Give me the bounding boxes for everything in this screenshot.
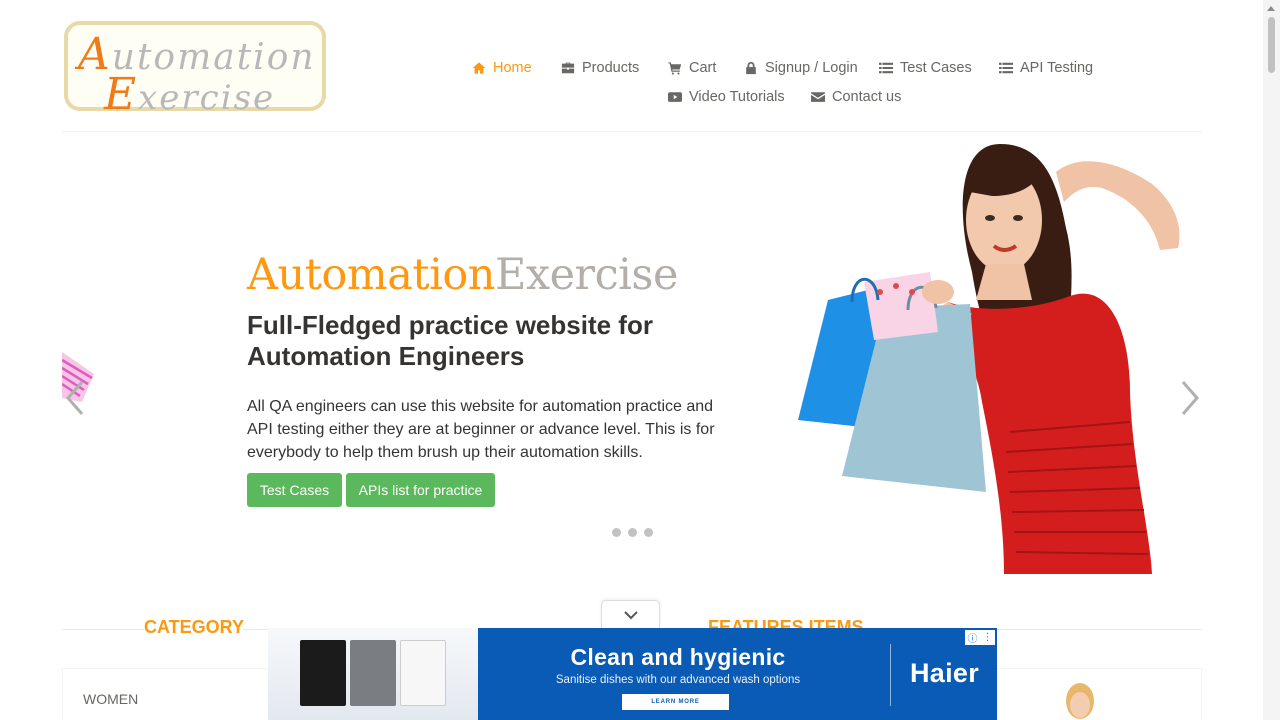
slide-indicators xyxy=(612,528,653,537)
slide-brand-b: Exercise xyxy=(494,250,679,300)
nav-signup-login[interactable]: Signup / Login xyxy=(744,60,858,76)
ad-brand-logo: Haier xyxy=(910,658,980,688)
nav-products[interactable]: Products xyxy=(561,60,639,76)
nav-api-testing-label: API Testing xyxy=(1020,60,1094,76)
more-options-icon[interactable]: ⋮ xyxy=(983,632,993,643)
ad-dishwasher xyxy=(300,640,346,706)
slide-title: Full-Fledged practice website for Automa… xyxy=(247,310,653,371)
category-heading: CATEGORY xyxy=(144,617,245,637)
product-image xyxy=(1066,683,1094,719)
scroll-thumb[interactable] xyxy=(1268,17,1275,73)
briefcase-icon xyxy=(561,62,575,74)
page: Automation Exercise Home Products Cart S… xyxy=(0,0,1280,720)
nav-home-label: Home xyxy=(493,60,532,76)
slide-brand-heading: AutomationExercise xyxy=(247,250,678,300)
cart-icon xyxy=(668,62,682,75)
page-scrollbar[interactable] xyxy=(1263,0,1280,720)
ad-dishwasher-image xyxy=(268,628,478,720)
ad-learn-more-button[interactable]: LEARN MORE xyxy=(622,694,729,710)
test-cases-button[interactable]: Test Cases xyxy=(247,473,342,507)
ad-choices[interactable]: ⓘ ⋮ xyxy=(965,630,995,645)
slide-brand-a: Automation xyxy=(247,250,495,300)
scroll-up-icon[interactable] xyxy=(1267,6,1275,11)
chevron-left-icon xyxy=(66,381,84,415)
prev-slide-button[interactable] xyxy=(62,378,86,418)
ad-dishwasher xyxy=(400,640,446,706)
logo-cap-e: E xyxy=(104,69,139,120)
hero-woman-shopping-image xyxy=(798,144,1180,574)
envelope-icon xyxy=(811,92,825,102)
nav-home[interactable]: Home xyxy=(472,60,532,76)
nav-video-tutorials[interactable]: Video Tutorials xyxy=(668,89,785,105)
nav-products-label: Products xyxy=(582,60,640,76)
nav-video-tutorials-label: Video Tutorials xyxy=(689,89,785,105)
nav-test-cases-label: Test Cases xyxy=(900,60,972,76)
category-women[interactable]: WOMEN xyxy=(83,691,138,707)
logo-rest-2: xercise xyxy=(138,78,276,118)
product-card xyxy=(996,668,1202,720)
nav-cart-label: Cart xyxy=(689,60,717,76)
nav-signup-login-label: Signup / Login xyxy=(765,60,858,76)
info-icon[interactable]: ⓘ xyxy=(968,630,978,645)
nav-contact-us[interactable]: Contact us xyxy=(811,89,901,105)
ad-subtext: Sanitise dishes with our advanced wash o… xyxy=(555,674,801,686)
ad-banner[interactable]: Clean and hygienic Sanitise dishes with … xyxy=(268,628,997,720)
nav-test-cases[interactable]: Test Cases xyxy=(879,60,972,76)
list-icon xyxy=(999,62,1013,74)
nav-api-testing[interactable]: API Testing xyxy=(999,60,1093,76)
youtube-icon xyxy=(668,92,682,102)
nav-contact-us-label: Contact us xyxy=(832,89,902,105)
list-icon xyxy=(879,62,893,74)
slide-indicator[interactable] xyxy=(612,528,621,537)
site-logo[interactable]: Automation Exercise xyxy=(64,21,326,120)
ad-divider xyxy=(890,644,891,706)
ad-headline: Clean and hygienic xyxy=(570,644,786,670)
ad-collapse-tab[interactable] xyxy=(601,600,660,628)
apis-list-button[interactable]: APIs list for practice xyxy=(346,473,495,507)
category-rule-left xyxy=(62,629,144,630)
slide-description: All QA engineers can use this website fo… xyxy=(247,398,715,461)
features-rule xyxy=(996,629,1202,630)
chevron-down-icon xyxy=(623,610,638,619)
ad-dishwasher xyxy=(350,640,396,706)
slide-indicator[interactable] xyxy=(644,528,653,537)
logo-line-2: Exercise xyxy=(104,69,275,120)
lock-icon xyxy=(746,61,756,75)
slide-indicator[interactable] xyxy=(628,528,637,537)
home-icon xyxy=(472,62,486,74)
nav-cart[interactable]: Cart xyxy=(668,60,716,76)
